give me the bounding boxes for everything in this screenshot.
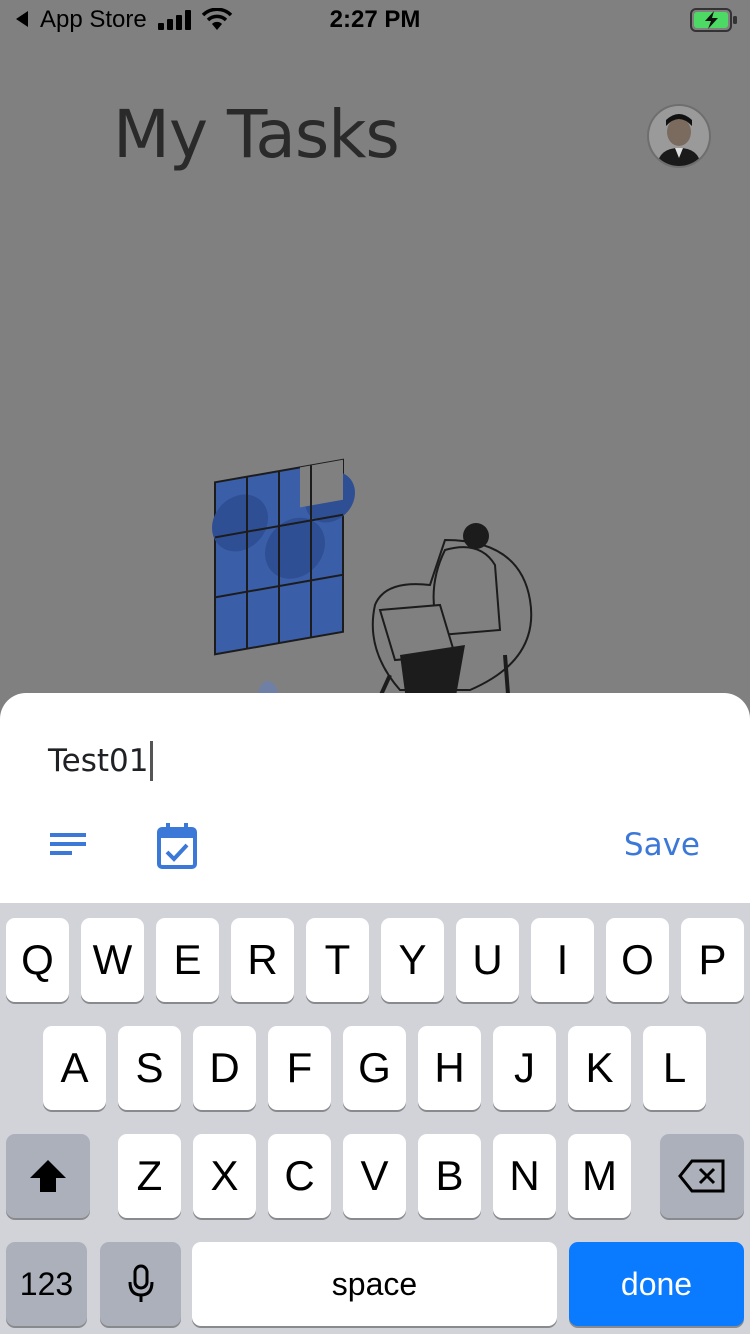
numbers-key[interactable]: 123 [6,1242,87,1326]
key-w[interactable]: W [81,918,144,1002]
key-m[interactable]: M [568,1134,631,1218]
backspace-key[interactable] [660,1134,744,1218]
task-title-text[interactable]: Test01 [48,743,149,779]
key-b[interactable]: B [418,1134,481,1218]
text-caret [149,741,153,781]
key-q[interactable]: Q [6,918,69,1002]
add-date-button[interactable] [154,823,200,871]
page-title: My Tasks [113,96,400,173]
add-details-button[interactable] [46,825,90,869]
key-f[interactable]: F [268,1026,331,1110]
key-v[interactable]: V [343,1134,406,1218]
dictation-key[interactable] [100,1242,181,1326]
space-key[interactable]: space [192,1242,557,1326]
key-n[interactable]: N [493,1134,556,1218]
key-x[interactable]: X [193,1134,256,1218]
key-s[interactable]: S [118,1026,181,1110]
done-key[interactable]: done [569,1242,744,1326]
key-k[interactable]: K [568,1026,631,1110]
shift-key[interactable] [6,1134,90,1218]
task-title-input[interactable]: Test01 [48,737,153,785]
status-bar: App Store 2:27 PM [0,0,750,40]
new-task-sheet: Test01 Save [0,693,750,903]
key-u[interactable]: U [456,918,519,1002]
mic-icon [128,1264,153,1302]
key-r[interactable]: R [231,918,294,1002]
key-c[interactable]: C [268,1134,331,1218]
shift-icon [30,1160,66,1192]
key-y[interactable]: Y [381,918,444,1002]
key-h[interactable]: H [418,1026,481,1110]
save-button[interactable]: Save [624,827,700,863]
details-lines-icon [50,833,86,855]
key-o[interactable]: O [606,918,669,1002]
key-p[interactable]: P [681,918,744,1002]
avatar[interactable] [647,104,711,168]
key-z[interactable]: Z [118,1134,181,1218]
empty-state-illustration [200,390,550,731]
key-i[interactable]: I [531,918,594,1002]
key-e[interactable]: E [156,918,219,1002]
status-time: 2:27 PM [329,6,421,33]
background-app: My Tasks [0,40,750,740]
key-d[interactable]: D [193,1026,256,1110]
battery-icon [690,8,738,37]
calendar-check-icon [157,823,197,869]
key-l[interactable]: L [643,1026,706,1110]
on-screen-keyboard: QWERTYUIOP ASDFGHJKL ZXCVBNM 123 space d… [0,903,750,1334]
key-j[interactable]: J [493,1026,556,1110]
key-a[interactable]: A [43,1026,106,1110]
key-g[interactable]: G [343,1026,406,1110]
backspace-icon [678,1159,725,1193]
key-t[interactable]: T [306,918,369,1002]
